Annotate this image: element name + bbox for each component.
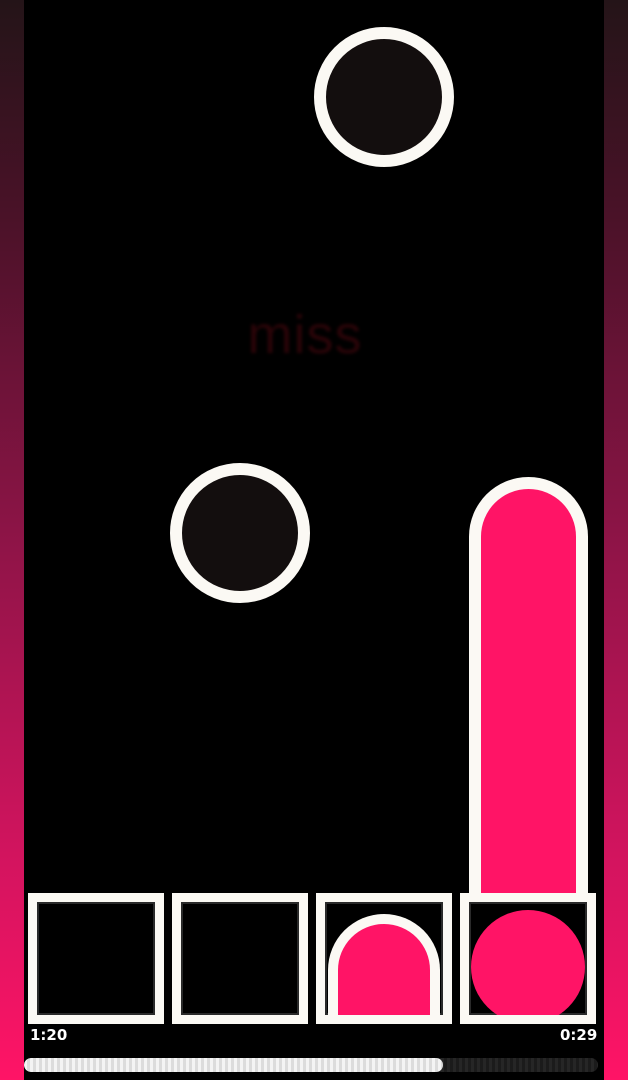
lane-3-press-indicator [328, 914, 440, 1015]
time-elapsed: 1:20 [30, 1026, 68, 1044]
lane-key-2[interactable] [172, 893, 308, 1024]
left-border-gradient [0, 0, 24, 1080]
tap-note-lane-3 [314, 27, 454, 167]
time-remaining: 0:29 [560, 1026, 598, 1044]
tap-note-lane-2 [170, 463, 310, 603]
hold-note-lane-4 [469, 477, 588, 917]
judgement-text: miss [247, 305, 363, 365]
right-border-gradient [604, 0, 628, 1080]
lane-key-3[interactable] [316, 893, 452, 1024]
lane-key-1[interactable] [28, 893, 164, 1024]
song-progress-fill [24, 1058, 444, 1072]
lane-key-4[interactable] [460, 893, 596, 1024]
lane-4-press-indicator [471, 910, 585, 1015]
song-progress-bar [24, 1058, 598, 1072]
